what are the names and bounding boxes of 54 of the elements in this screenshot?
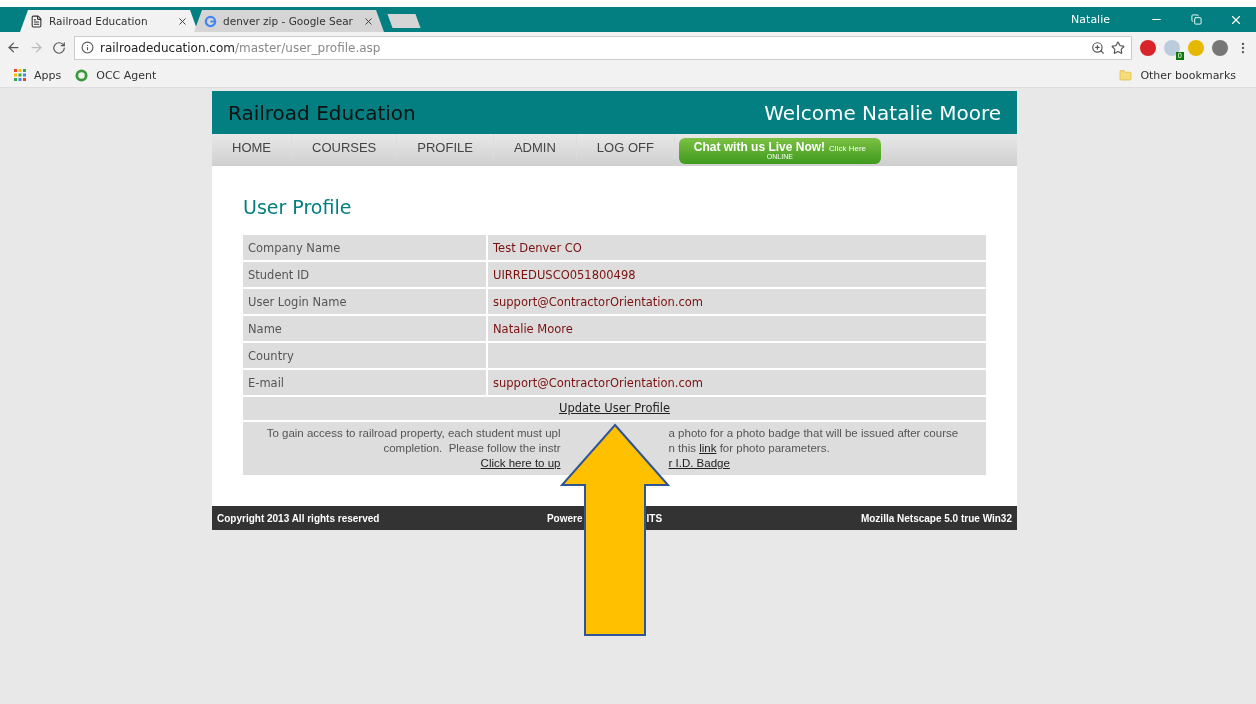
back-icon[interactable] (6, 40, 21, 55)
bookmark-link[interactable]: Apps (34, 68, 62, 82)
notice-text: a photo for a photo badge that will be issued after course (668, 426, 959, 441)
notice-text: To gain access to railroad property, each student must upl (266, 426, 561, 441)
browser-info-text: Mozilla Netscape 5.0 true Win32 (860, 512, 1012, 524)
restore-icon[interactable] (1190, 14, 1202, 25)
photo-parameters-link[interactable]: link (699, 441, 717, 456)
field-label: Company Name (243, 235, 486, 260)
agent-icon (75, 68, 89, 82)
extension-icon[interactable] (1164, 39, 1180, 56)
close-icon[interactable] (363, 15, 374, 27)
apps-grid-icon (14, 69, 26, 81)
extension-icon[interactable] (1212, 39, 1228, 56)
browser-tab[interactable]: denver zip - Google Sear (194, 10, 384, 32)
field-value: support@ContractorOrientation.com (488, 289, 986, 314)
copyright-text: Copyright 2013 All rights reserved (217, 512, 380, 524)
field-value: UIRREDUSCO051800498 (488, 262, 986, 287)
star-icon[interactable] (1111, 40, 1125, 55)
notice-text: for photo parameters. (718, 441, 830, 456)
welcome-text: Welcome Natalie Moore (764, 100, 1001, 125)
new-tab-button[interactable] (387, 14, 421, 28)
info-icon[interactable] (81, 41, 94, 54)
reload-icon[interactable] (52, 40, 66, 55)
zoom-icon[interactable] (1091, 40, 1105, 55)
nav-link[interactable]: ADMIN (493, 134, 577, 158)
bookmark-link[interactable]: Other bookmarks (1140, 68, 1236, 82)
field-label: E-mail (243, 370, 486, 395)
field-value: Natalie Moore (488, 316, 986, 341)
field-value: Test Denver CO (488, 235, 986, 260)
nav-link[interactable]: HOME (212, 134, 292, 158)
update-profile-link[interactable]: Update User Profile (559, 401, 670, 416)
powered-by-text: Powere (546, 512, 583, 524)
nav-link[interactable]: LOG OFF (576, 134, 675, 158)
bookmark-link[interactable]: OCC Agent (96, 68, 157, 82)
nav-link[interactable]: PROFILE (397, 134, 494, 158)
google-icon (204, 14, 217, 28)
upload-photo-link[interactable]: Click here to up (480, 456, 561, 471)
powered-by-text: ITS (646, 512, 663, 524)
field-label: User Login Name (243, 289, 486, 314)
site-title: Railroad Education (228, 100, 416, 125)
profile-name[interactable]: Natalie (1071, 13, 1110, 26)
address-bar[interactable]: railroadeducation.com/master/user_profile.asp (74, 35, 1132, 60)
field-value: support@ContractorOrientation.com (488, 370, 986, 395)
field-label: Student ID (243, 262, 486, 287)
notice-text: completion. Please follow the instr (383, 441, 561, 456)
field-label: Country (243, 343, 486, 368)
field-label: Name (243, 316, 486, 341)
nav-link[interactable]: COURSES (292, 134, 398, 158)
browser-tab[interactable]: Railroad Education (20, 10, 198, 32)
notice-text: n this (668, 441, 697, 456)
page-icon (30, 14, 43, 28)
upload-photo-link[interactable]: r I.D. Badge (668, 456, 730, 471)
close-icon[interactable] (177, 15, 188, 27)
page-heading: User Profile (243, 196, 353, 218)
